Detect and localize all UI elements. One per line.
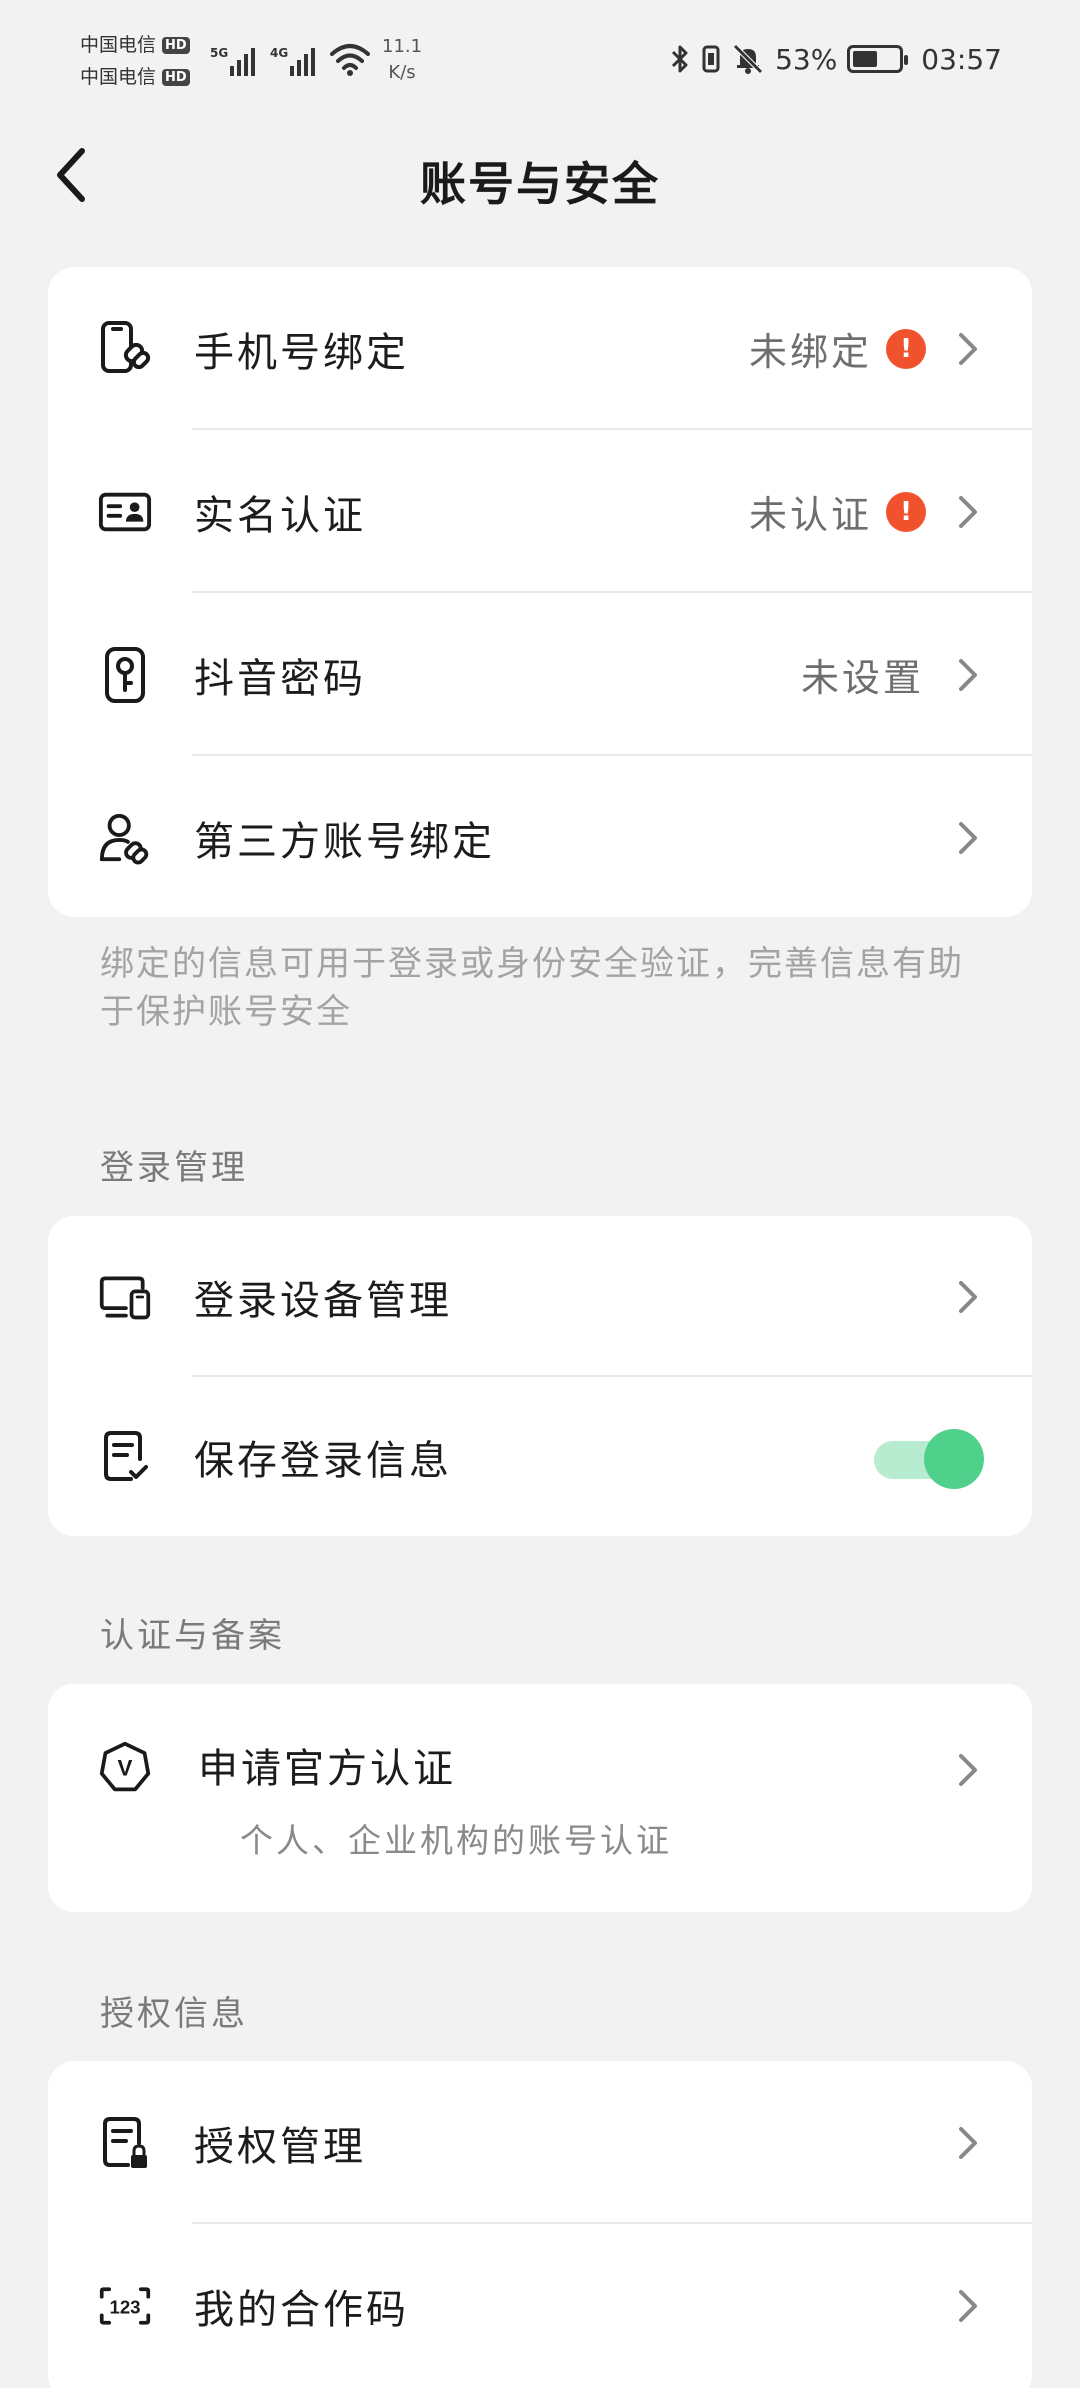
bluetooth-icon: [672, 45, 688, 73]
account-security-page: 中国电信 HD 中国电信 HD 5G 4G 11.1 K/s 53% 03:57…: [0, 0, 1080, 2388]
real-name-status: 未认证 !: [749, 484, 926, 539]
sim1-network-label: 5G: [210, 46, 229, 60]
page-title: 账号与安全: [420, 157, 660, 211]
carrier-1-name: 中国电信: [80, 34, 157, 56]
verification-card: V 申请官方认证 个人、企业机构的账号认证: [48, 1684, 1032, 1912]
password-row[interactable]: 抖音密码 未设置: [48, 593, 1032, 756]
authorization-card: 授权管理 123 我的合作码: [48, 2061, 1032, 2388]
battery-percent: 53%: [775, 42, 838, 76]
save-login-info-row: 保存登录信息: [48, 1377, 1032, 1536]
cooperation-code-row[interactable]: 123 我的合作码: [48, 2224, 1032, 2387]
phone-binding-status: 未绑定 !: [749, 321, 926, 376]
login-management-card: 登录设备管理 保存登录信息: [48, 1216, 1032, 1536]
chevron-right-icon: [959, 658, 977, 691]
account-binding-card: 手机号绑定 未绑定 ! 实名认证 未认证 ! 抖音密码 未设置 第三方账号绑定: [48, 267, 1032, 917]
password-label: 抖音密码: [194, 655, 366, 702]
devices-icon: [98, 1270, 152, 1324]
document-check-icon: [98, 1430, 152, 1484]
chevron-right-icon: [959, 495, 977, 528]
signal-bars-1-icon: [230, 44, 255, 76]
binding-info-note: 绑定的信息可用于登录或身份安全验证，完善信息有助于保护账号安全: [100, 944, 964, 1032]
user-link-icon: [98, 811, 152, 865]
verify-section-title: 认证与备案: [100, 1616, 285, 1656]
hd-badge-2: HD: [162, 69, 190, 86]
carrier-2: 中国电信 HD: [80, 64, 190, 90]
carrier-2-name: 中国电信: [80, 66, 157, 88]
login-devices-row[interactable]: 登录设备管理: [48, 1216, 1032, 1377]
official-verification-label: 申请官方认证: [198, 1746, 456, 1792]
real-name-verification-row[interactable]: 实名认证 未认证 !: [48, 430, 1032, 593]
auth-management-label: 授权管理: [194, 2123, 366, 2170]
battery-icon: [847, 45, 909, 73]
phone-link-icon: [98, 320, 152, 376]
status-right-group: 53% 03:57: [669, 42, 1002, 76]
sim2-network-label: 4G: [270, 46, 289, 60]
cooperation-code-label: 我的合作码: [194, 2286, 409, 2333]
svg-text:123: 123: [109, 2296, 140, 2317]
real-name-value: 未认证: [748, 493, 872, 537]
official-verification-sublabel: 个人、企业机构的账号认证: [240, 1821, 672, 1860]
carrier-1: 中国电信 HD: [80, 32, 190, 58]
auth-management-row[interactable]: 授权管理: [48, 2061, 1032, 2224]
chevron-right-icon: [959, 1754, 977, 1786]
chevron-right-icon: [959, 2126, 977, 2159]
speed-value: 11.1: [382, 36, 423, 57]
save-login-info-label: 保存登录信息: [194, 1437, 452, 1484]
login-section-title: 登录管理: [100, 1148, 248, 1188]
clock: 03:57: [921, 42, 1002, 76]
number-code-icon: 123: [98, 2279, 152, 2333]
speed-unit: K/s: [388, 62, 416, 83]
phone-binding-row[interactable]: 手机号绑定 未绑定 !: [48, 267, 1032, 430]
status-bar: 中国电信 HD 中国电信 HD 5G 4G 11.1 K/s 53% 03:57: [0, 0, 1080, 120]
save-login-info-toggle[interactable]: [874, 1427, 984, 1489]
auth-section-title: 授权信息: [100, 1994, 248, 2034]
hd-badge-1: HD: [162, 37, 190, 54]
chevron-right-icon: [959, 821, 977, 854]
login-devices-label: 登录设备管理: [194, 1277, 452, 1324]
vibrate-icon: [702, 45, 720, 73]
page-header: 账号与安全: [0, 120, 1080, 230]
wifi-icon: [330, 42, 370, 80]
verified-badge-icon: V: [98, 1740, 152, 1794]
phone-binding-label: 手机号绑定: [194, 329, 409, 376]
signal-bars-2-icon: [290, 44, 315, 76]
toggle-knob: [924, 1428, 984, 1489]
password-value: 未设置: [800, 656, 924, 700]
chevron-right-icon: [959, 332, 977, 365]
warning-icon: !: [886, 328, 926, 369]
chevron-right-icon: [959, 1280, 977, 1313]
network-speed: 11.1 K/s: [382, 34, 422, 86]
official-verification-row[interactable]: V 申请官方认证 个人、企业机构的账号认证: [48, 1684, 1032, 1912]
warning-icon: !: [886, 491, 926, 532]
third-party-label: 第三方账号绑定: [194, 818, 495, 865]
third-party-binding-row[interactable]: 第三方账号绑定: [48, 756, 1032, 917]
key-lock-icon: [98, 646, 152, 703]
real-name-label: 实名认证: [194, 492, 366, 539]
svg-text:V: V: [118, 1755, 133, 1780]
document-lock-icon: [98, 2116, 152, 2170]
mute-bell-icon: [733, 44, 763, 74]
id-card-icon: [98, 485, 152, 539]
chevron-right-icon: [959, 2289, 977, 2322]
phone-binding-value: 未绑定: [748, 330, 872, 374]
